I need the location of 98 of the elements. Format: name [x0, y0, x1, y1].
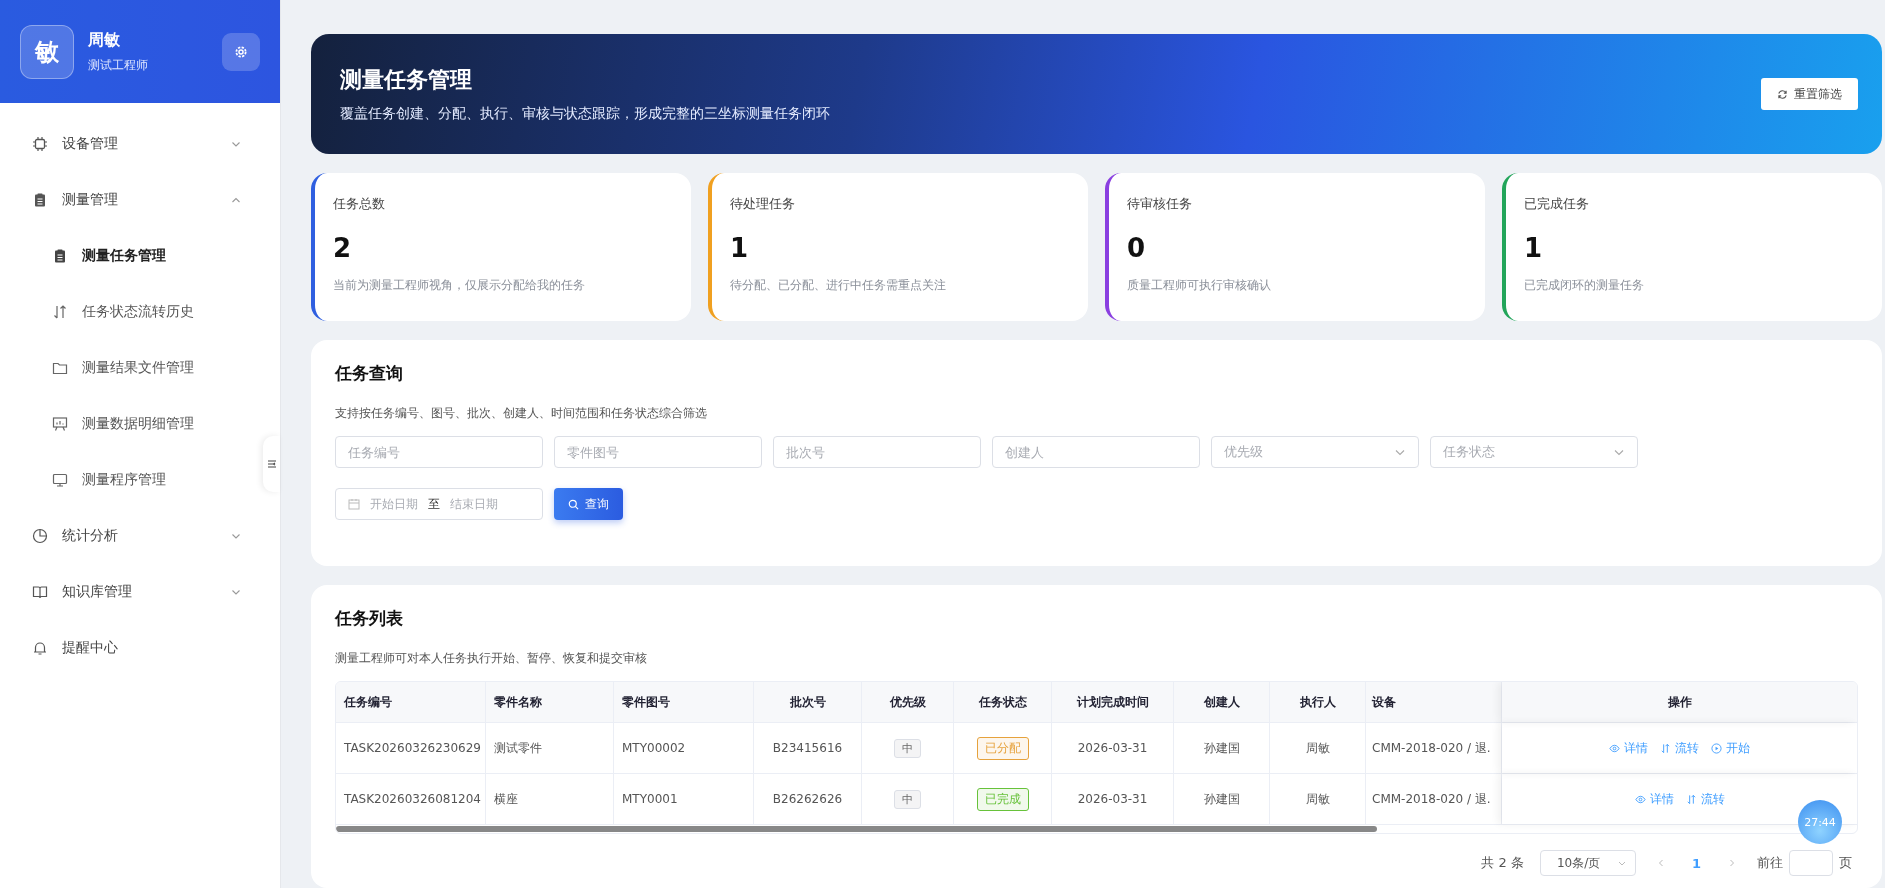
- stat-note: 待分配、已分配、进行中任务需重点关注: [730, 277, 947, 294]
- submenu-item[interactable]: 任务状态流转历史: [0, 284, 260, 340]
- stat-label: 待处理任务: [730, 195, 796, 213]
- page-input[interactable]: [1789, 850, 1833, 876]
- chevron-right-icon: [1727, 858, 1737, 868]
- submenu-item[interactable]: 测量程序管理: [0, 452, 260, 508]
- status-tag: 已分配: [976, 736, 1029, 760]
- table-cell: MTY00002: [614, 723, 754, 773]
- column-header: 创建人: [1174, 682, 1270, 722]
- section-title: 任务查询: [335, 362, 404, 385]
- section-description: 支持按任务编号、图号、批次、创建人、时间范围和任务状态综合筛选: [335, 405, 708, 422]
- collapse-icon: [266, 459, 277, 469]
- settings-button[interactable]: [222, 32, 260, 71]
- table-cell: 孙建国: [1174, 723, 1270, 773]
- submenu-item[interactable]: 测量数据明细管理: [0, 396, 260, 452]
- search-button[interactable]: 查询: [554, 488, 623, 520]
- column-header: 零件名称: [486, 682, 614, 722]
- stat-note: 质量工程师可执行审核确认: [1127, 277, 1272, 294]
- input-field[interactable]: 零件图号: [554, 436, 762, 468]
- calendar-icon: [348, 498, 360, 510]
- status-tag: 已完成: [976, 787, 1029, 811]
- stat-value: 2: [333, 233, 353, 263]
- input-field[interactable]: 创建人: [992, 436, 1200, 468]
- eye-icon: [1609, 742, 1620, 754]
- table-cell: MTY0001: [614, 774, 754, 824]
- up-down-arrows-icon: [1685, 793, 1697, 805]
- avatar: 敏: [20, 24, 74, 79]
- user-name: 周敏: [88, 29, 121, 51]
- priority-tag: 中: [894, 789, 921, 809]
- user-role: 测试工程师: [88, 56, 149, 74]
- table-cell: 孙建国: [1174, 774, 1270, 824]
- submenu-item[interactable]: 测量结果文件管理: [0, 340, 260, 396]
- up-down-arrows-icon: [1660, 742, 1671, 754]
- chart-board-icon: [52, 416, 68, 432]
- stat-note: 已完成闭环的测量任务: [1524, 277, 1645, 294]
- folder-icon: [52, 360, 68, 376]
- column-header: 任务状态: [954, 682, 1052, 722]
- stat-value: 1: [1524, 233, 1544, 263]
- priority-tag: 中: [894, 738, 921, 758]
- pie-chart-icon: [32, 528, 48, 544]
- table-cell: 周敏: [1270, 723, 1366, 773]
- table-cell: 2026-03-31: [1052, 723, 1174, 773]
- stat-label: 待审核任务: [1127, 195, 1193, 213]
- chip-icon: [32, 136, 48, 152]
- page-title: 测量任务管理: [340, 66, 473, 94]
- column-header: 优先级: [862, 682, 954, 722]
- table-cell: TASK20260326230629: [336, 723, 486, 773]
- clipboard-icon: [32, 192, 48, 208]
- menu-item[interactable]: 提醒中心: [0, 620, 260, 676]
- eye-icon: [1634, 793, 1646, 805]
- up-down-arrows-icon: [52, 304, 68, 320]
- total-count: 共 2 条: [1481, 854, 1524, 872]
- refresh-icon: [1777, 88, 1788, 100]
- stat-value: 1: [730, 233, 750, 263]
- search-icon: [568, 498, 579, 510]
- collapse-handle[interactable]: [263, 436, 280, 492]
- table-cell: TASK20260326081204: [336, 774, 486, 824]
- column-header: 零件图号: [614, 682, 754, 722]
- stat-label: 已完成任务: [1524, 195, 1590, 213]
- menu-item[interactable]: 知识库管理: [0, 564, 260, 620]
- date-range-field[interactable]: 开始日期 至 结束日期: [335, 488, 543, 520]
- column-header: 批次号: [754, 682, 862, 722]
- column-header: 操作: [1502, 682, 1857, 722]
- book-icon: [32, 584, 48, 600]
- column-header: 任务编号: [336, 682, 486, 722]
- goto-label: 前往: [1757, 854, 1783, 872]
- page-suffix: 页: [1839, 854, 1852, 872]
- clipboard-icon: [52, 248, 68, 264]
- page-size-select[interactable]: 10条/页: [1539, 850, 1636, 876]
- bell-icon: [32, 640, 48, 656]
- stat-note: 当前为测量工程师视角，仅展示分配给我的任务: [333, 277, 586, 294]
- menu-item[interactable]: 测量管理: [0, 172, 260, 228]
- settings-icon: [234, 44, 248, 59]
- column-header: 设备: [1366, 682, 1502, 722]
- table-cell: 周敏: [1270, 774, 1366, 824]
- page-subtitle: 覆盖任务创建、分配、执行、审核与状态跟踪，形成完整的三坐标测量任务闭环: [340, 105, 830, 123]
- table-cell: 测试零件: [486, 723, 614, 773]
- table-cell: CMM-2018-020 / 退.: [1366, 774, 1502, 824]
- input-field[interactable]: 批次号: [773, 436, 981, 468]
- table-cell: B23415616: [754, 723, 862, 773]
- table-cell: B26262626: [754, 774, 862, 824]
- reset-filter-button[interactable]: 重置筛选: [1761, 78, 1858, 110]
- stat-label: 任务总数: [333, 195, 386, 213]
- column-header: 计划完成时间: [1052, 682, 1174, 722]
- submenu-item[interactable]: 测量任务管理: [0, 228, 260, 284]
- horizontal-scrollbar[interactable]: [336, 826, 1377, 832]
- menu-item[interactable]: 统计分析: [0, 508, 260, 564]
- table-cell: CMM-2018-020 / 退.: [1366, 723, 1502, 773]
- stat-value: 0: [1127, 233, 1147, 263]
- monitor-icon: [52, 472, 68, 488]
- input-field[interactable]: 任务编号: [335, 436, 543, 468]
- section-title: 任务列表: [335, 607, 404, 630]
- table-cell: 2026-03-31: [1052, 774, 1174, 824]
- menu-item[interactable]: 设备管理: [0, 116, 260, 172]
- section-description: 测量工程师可对本人任务执行开始、暂停、恢复和提交审核: [335, 650, 648, 667]
- play-icon: [1711, 742, 1722, 754]
- column-header: 执行人: [1270, 682, 1366, 722]
- table-cell: 横座: [486, 774, 614, 824]
